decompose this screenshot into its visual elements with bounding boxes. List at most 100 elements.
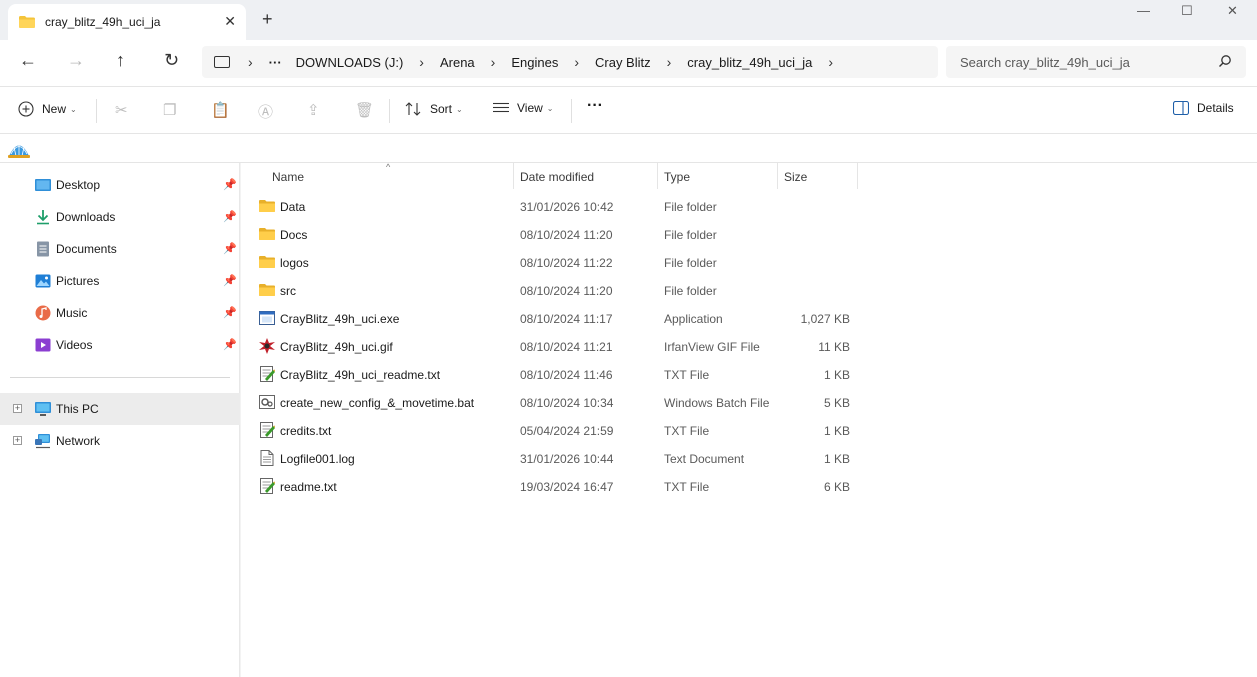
close-tab-icon[interactable]: ✕ bbox=[224, 13, 236, 30]
breadcrumb-separator[interactable]: › bbox=[828, 54, 833, 70]
sidebar-item-videos[interactable]: Videos 📌 bbox=[0, 329, 240, 361]
expand-icon[interactable]: + bbox=[13, 404, 22, 413]
new-icon bbox=[18, 101, 34, 117]
file-name: create_new_config_&_movetime.bat bbox=[280, 396, 475, 410]
sidebar-item-label: Documents bbox=[56, 242, 117, 256]
file-size: 6 KB bbox=[823, 480, 850, 494]
file-name: src bbox=[280, 284, 296, 298]
details-button[interactable]: Details bbox=[1173, 101, 1234, 115]
sidebar-item-documents[interactable]: Documents 📌 bbox=[0, 233, 240, 265]
file-row[interactable]: create_new_config_&_movetime.bat 08/10/20… bbox=[241, 388, 861, 416]
new-label: New bbox=[42, 102, 67, 116]
breadcrumb-separator[interactable]: › bbox=[491, 54, 496, 70]
column-divider[interactable] bbox=[777, 163, 778, 189]
forward-button[interactable]: → bbox=[67, 50, 85, 71]
view-button[interactable]: View ⌄ bbox=[493, 101, 554, 115]
refresh-button[interactable]: ↻ bbox=[164, 50, 179, 71]
shell-extension-icon[interactable] bbox=[8, 139, 30, 158]
breadcrumb-separator[interactable]: › bbox=[667, 54, 672, 70]
sidebar-item-downloads[interactable]: Downloads 📌 bbox=[0, 201, 240, 233]
folder-icon bbox=[259, 254, 275, 270]
pin-icon[interactable]: 📌 bbox=[223, 338, 237, 351]
file-name: logos bbox=[280, 256, 309, 270]
column-divider[interactable] bbox=[657, 163, 658, 189]
sidebar-item-music[interactable]: Music 📌 bbox=[0, 297, 240, 329]
file-name: CrayBlitz_49h_uci.gif bbox=[280, 340, 393, 354]
extension-strip bbox=[0, 134, 1257, 163]
sidebar-item-network[interactable]: + Network bbox=[0, 425, 240, 457]
column-header-size[interactable]: Size bbox=[784, 163, 807, 189]
minimize-button[interactable]: — bbox=[1137, 3, 1150, 18]
sort-button[interactable]: Sort ⌄ bbox=[405, 101, 463, 117]
file-date-modified: 31/01/2026 10:44 bbox=[520, 452, 614, 466]
file-row[interactable]: Data 31/01/2026 10:42 File folder bbox=[241, 192, 861, 220]
paste-icon[interactable]: 📋 bbox=[211, 101, 230, 119]
delete-icon[interactable]: 🗑 bbox=[355, 101, 374, 119]
column-header-type[interactable]: Type bbox=[664, 163, 690, 189]
breadcrumb-separator[interactable]: › bbox=[419, 54, 424, 70]
maximize-button[interactable]: ☐ bbox=[1181, 3, 1193, 19]
file-row[interactable]: CrayBlitz_49h_uci_readme.txt 08/10/2024 1… bbox=[241, 360, 861, 388]
divider bbox=[96, 99, 97, 123]
file-name: Data bbox=[280, 200, 306, 214]
breadcrumb-current[interactable]: cray_blitz_49h_uci_ja bbox=[687, 55, 812, 70]
breadcrumb-arena[interactable]: Arena bbox=[440, 55, 475, 70]
breadcrumb-separator[interactable]: › bbox=[574, 54, 579, 70]
address-bar[interactable]: › ··· DOWNLOADS (J:) › Arena › Engines ›… bbox=[202, 46, 938, 78]
pin-icon[interactable]: 📌 bbox=[223, 210, 237, 223]
file-row[interactable]: credits.txt 05/04/2024 21:59 TXT File 1 KB bbox=[241, 416, 861, 444]
view-label: View bbox=[517, 101, 543, 115]
view-icon bbox=[493, 102, 509, 113]
txt-icon bbox=[259, 478, 276, 494]
sidebar-item-pictures[interactable]: Pictures 📌 bbox=[0, 265, 240, 297]
file-row[interactable]: CrayBlitz_49h_uci.exe 08/10/2024 11:17 App… bbox=[241, 304, 861, 332]
close-window-button[interactable]: ✕ bbox=[1227, 3, 1238, 19]
pictures-icon bbox=[35, 274, 51, 288]
pin-icon[interactable]: 📌 bbox=[223, 274, 237, 287]
file-name: Logfile001.log bbox=[280, 452, 355, 466]
file-row[interactable]: Logfile001.log 31/01/2026 10:44 Text Docum… bbox=[241, 444, 861, 472]
breadcrumb-overflow[interactable]: ··· bbox=[269, 55, 282, 70]
pin-icon[interactable]: 📌 bbox=[223, 306, 237, 319]
txt-icon bbox=[259, 422, 276, 438]
divider bbox=[571, 99, 572, 123]
pin-icon[interactable]: 📌 bbox=[223, 178, 237, 191]
file-type: File folder bbox=[664, 284, 717, 298]
more-options-button[interactable]: ··· bbox=[587, 97, 603, 115]
column-divider[interactable] bbox=[513, 163, 514, 189]
command-bar: New ⌄ ✂ ❐ 📋 Ⓐ ⇪ 🗑 Sort ⌄ View ⌄ ··· Deta… bbox=[0, 86, 1257, 134]
new-tab-button[interactable]: + bbox=[262, 9, 273, 30]
breadcrumb-drive[interactable]: DOWNLOADS (J:) bbox=[296, 55, 404, 70]
search-input[interactable] bbox=[960, 54, 1210, 70]
file-row[interactable]: readme.txt 19/03/2024 16:47 TXT File 6 KB bbox=[241, 472, 861, 500]
file-row[interactable]: logos 08/10/2024 11:22 File folder bbox=[241, 248, 861, 276]
expand-icon[interactable]: + bbox=[13, 436, 22, 445]
pin-icon[interactable]: 📌 bbox=[223, 242, 237, 255]
details-pane-icon bbox=[1173, 101, 1189, 115]
file-date-modified: 08/10/2024 11:20 bbox=[520, 284, 613, 298]
file-size: 1 KB bbox=[823, 368, 850, 382]
tab-current-folder[interactable]: cray_blitz_49h_uci_ja ✕ bbox=[8, 4, 246, 40]
search-box[interactable] bbox=[946, 46, 1246, 78]
computer-icon bbox=[214, 56, 230, 68]
column-divider[interactable] bbox=[857, 163, 858, 189]
up-button[interactable]: ↑ bbox=[116, 50, 125, 71]
sidebar-item-this-pc[interactable]: + This PC bbox=[0, 393, 240, 425]
column-header-date-modified[interactable]: Date modified bbox=[520, 163, 594, 189]
downloads-icon bbox=[37, 210, 49, 225]
sidebar-item-label: Pictures bbox=[56, 274, 100, 288]
rename-icon[interactable]: Ⓐ bbox=[258, 101, 273, 122]
sidebar-item-desktop[interactable]: Desktop 📌 bbox=[0, 169, 240, 201]
share-icon[interactable]: ⇪ bbox=[307, 101, 320, 119]
back-button[interactable]: ← bbox=[19, 50, 37, 71]
file-row[interactable]: CrayBlitz_49h_uci.gif 08/10/2024 11:21 Irf… bbox=[241, 332, 861, 360]
cut-icon[interactable]: ✂ bbox=[115, 101, 128, 119]
copy-icon[interactable]: ❐ bbox=[163, 101, 176, 119]
breadcrumb-cray-blitz[interactable]: Cray Blitz bbox=[595, 55, 651, 70]
column-header-name[interactable]: Name bbox=[272, 163, 304, 189]
new-button[interactable]: New ⌄ bbox=[18, 101, 77, 117]
file-date-modified: 08/10/2024 11:22 bbox=[520, 256, 613, 270]
file-row[interactable]: src 08/10/2024 11:20 File folder bbox=[241, 276, 861, 304]
breadcrumb-engines[interactable]: Engines bbox=[511, 55, 558, 70]
file-row[interactable]: Docs 08/10/2024 11:20 File folder bbox=[241, 220, 861, 248]
